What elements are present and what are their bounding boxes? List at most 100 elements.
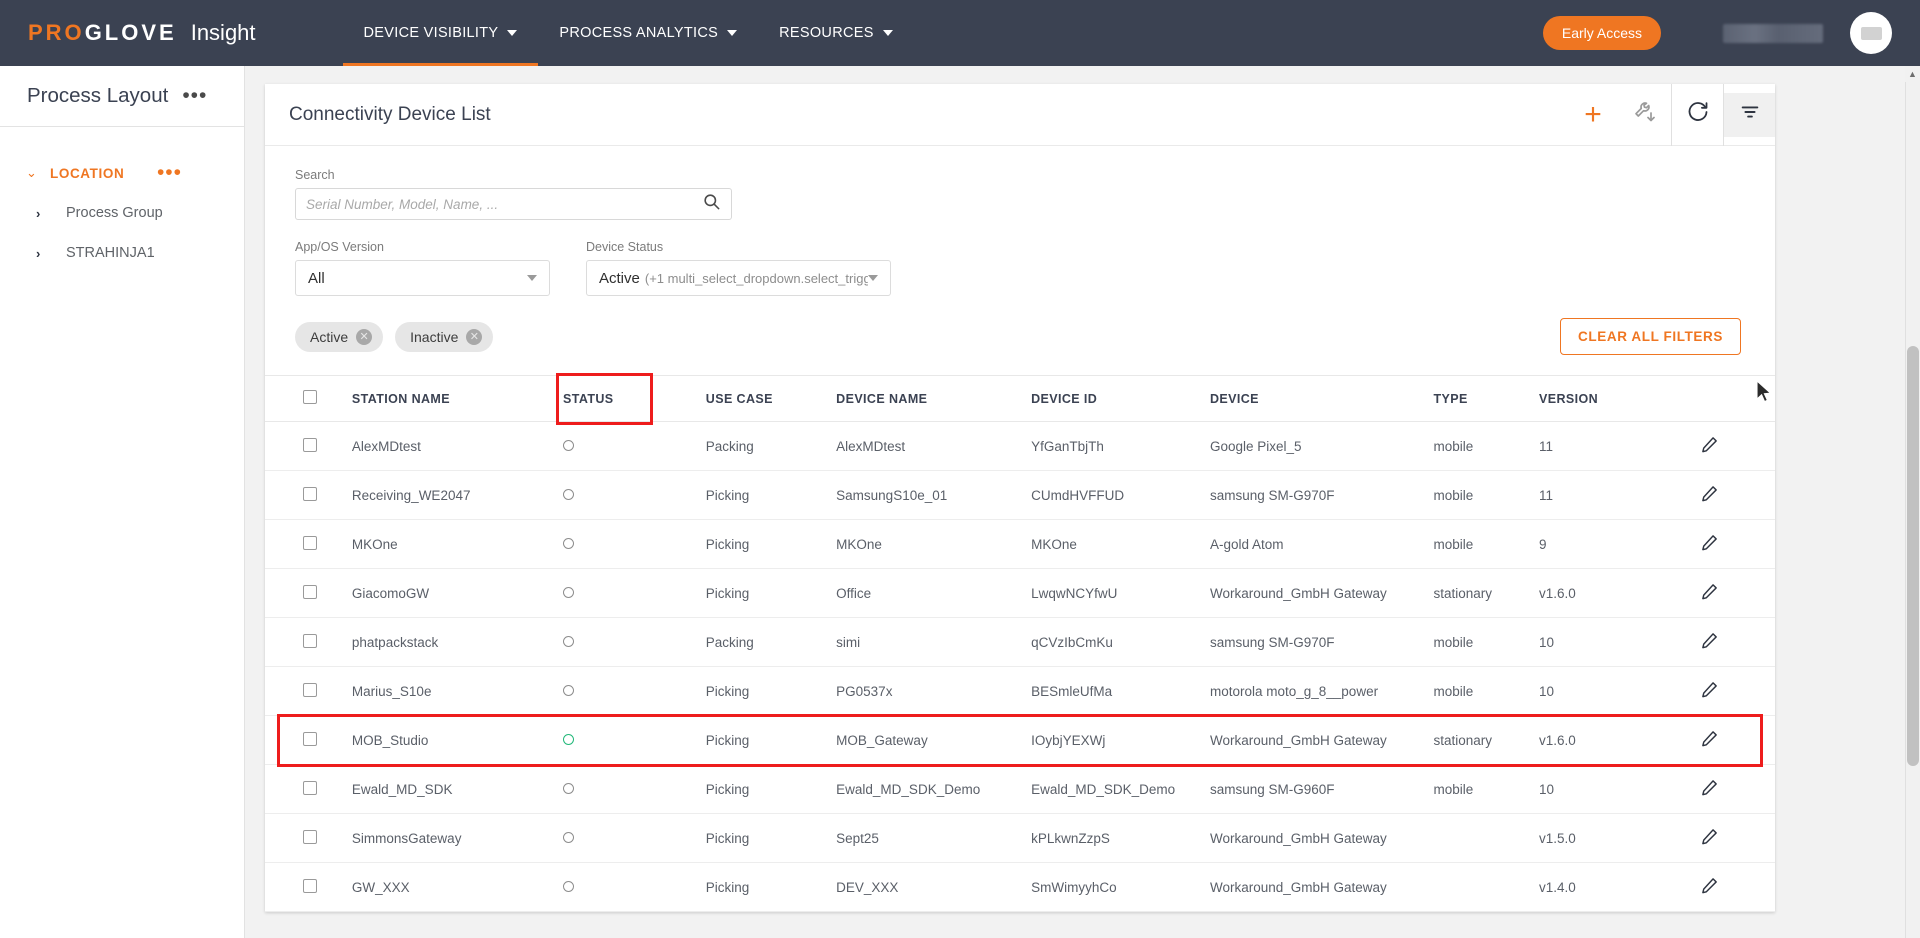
cell-device: motorola moto_g_8__power (1209, 666, 1434, 716)
table-row[interactable]: Ewald_MD_SDK Picking Ewald_MD_SDK_Demo Ewal… (265, 764, 1775, 814)
search-box[interactable] (295, 188, 732, 220)
cell-type: mobile (1433, 421, 1539, 471)
row-checkbox[interactable] (303, 584, 317, 599)
cell-device-name: simi (836, 617, 1032, 667)
row-checkbox[interactable] (303, 829, 317, 844)
column-header-device-name[interactable]: DEVICE NAME (836, 375, 1032, 422)
cell-station-name: MKOne (351, 519, 563, 569)
table-row[interactable]: GiacomoGW Picking Office LwqwNCYfwU Workarou… (265, 568, 1775, 618)
pencil-icon[interactable] (1700, 827, 1719, 849)
app-os-version-select[interactable]: All (295, 260, 550, 296)
cell-edit (1700, 813, 1775, 863)
row-checkbox[interactable] (303, 535, 317, 550)
search-icon[interactable] (702, 192, 721, 216)
pencil-icon[interactable] (1700, 533, 1719, 555)
status-indicator-icon (562, 488, 574, 500)
column-header-use-case[interactable]: USE CASE (705, 375, 837, 422)
cell-status (562, 568, 706, 618)
cell-use-case: Picking (705, 519, 837, 569)
nav-item-process-analytics[interactable]: PROCESS ANALYTICS (538, 0, 758, 66)
row-checkbox[interactable] (303, 682, 317, 697)
pencil-icon[interactable] (1700, 778, 1719, 800)
cell-device-name: MOB_Gateway (836, 715, 1032, 765)
row-select-cell (265, 568, 352, 618)
cell-status (562, 813, 706, 863)
cell-device-name: DEV_XXX (836, 862, 1032, 912)
cell-device-id: IOybjYEXWj (1031, 715, 1210, 765)
configure-tool-button[interactable] (1619, 84, 1671, 146)
nav-item-device-visibility[interactable]: DEVICE VISIBILITY (342, 0, 539, 66)
sidebar-section-location[interactable]: ⌄ LOCATION ••• (0, 153, 244, 193)
nav-item-resources[interactable]: RESOURCES (758, 0, 914, 66)
refresh-button[interactable] (1671, 83, 1723, 146)
table-row[interactable]: AlexMDtest Packing AlexMDtest YfGanTbjTh Goo… (265, 421, 1775, 471)
chevron-right-icon: › (36, 245, 41, 261)
logo-glove-text: GLOVE (84, 20, 177, 45)
connectivity-device-list-card: Connectivity Device List + Search Serial… (265, 83, 1775, 912)
table-row[interactable]: Marius_S10e Picking PG0537x BESmleUfMa motor… (265, 666, 1775, 716)
row-checkbox[interactable] (303, 486, 317, 501)
row-checkbox[interactable] (303, 731, 317, 746)
cell-edit (1700, 470, 1775, 520)
cell-station-name: Marius_S10e (351, 666, 563, 716)
select-all-checkbox[interactable] (303, 390, 317, 404)
remove-chip-icon[interactable]: ✕ (466, 328, 483, 345)
table-row[interactable]: MKOne Picking MKOne MKOne A-gold Atom mobile 9 (265, 519, 1775, 569)
device-status-select[interactable]: Active (+1 multi_select_dropdown.select_… (586, 260, 891, 296)
table-row[interactable]: Receiving_WE2047 Picking SamsungS10e_01 CUm… (265, 470, 1775, 520)
pencil-icon[interactable] (1700, 484, 1719, 506)
column-header-device[interactable]: DEVICE (1209, 375, 1434, 422)
sidebar-section-menu-icon[interactable]: ••• (157, 162, 182, 183)
cell-device: A-gold Atom (1209, 519, 1434, 569)
early-access-button[interactable]: Early Access (1542, 16, 1661, 50)
sidebar-item-process-group[interactable]: › Process Group (0, 193, 244, 233)
page-scrollbar[interactable]: ▲ (1905, 66, 1920, 938)
filter-chip-inactive[interactable]: Inactive ✕ (395, 321, 494, 352)
row-checkbox[interactable] (303, 437, 317, 452)
column-header-type[interactable]: TYPE (1433, 375, 1539, 422)
pencil-icon[interactable] (1700, 631, 1719, 653)
filter-chip-active[interactable]: Active ✕ (295, 321, 384, 352)
cell-type (1433, 862, 1539, 912)
table-row[interactable]: phatpackstack Packing simi qCVzIbCmKu samsun… (265, 617, 1775, 667)
row-checkbox[interactable] (303, 633, 317, 648)
table-row[interactable]: MOB_Studio Picking MOB_Gateway IOybjYEXWj Wo… (265, 715, 1775, 765)
column-header-station-name[interactable]: STATION NAME (351, 375, 563, 422)
cell-status (562, 666, 706, 716)
refresh-icon (1686, 100, 1710, 129)
column-header-device-id[interactable]: DEVICE ID (1031, 375, 1210, 422)
sidebar-item-strahinja1[interactable]: › STRAHINJA1 (0, 233, 244, 273)
avatar[interactable] (1850, 12, 1892, 54)
row-select-cell (265, 519, 352, 569)
cell-status (562, 715, 706, 765)
pencil-icon[interactable] (1700, 876, 1719, 898)
cell-version: 10 (1539, 617, 1701, 667)
clear-all-filters-button[interactable]: CLEAR ALL FILTERS (1560, 318, 1741, 355)
proglove-insight-logo[interactable]: PRO GLOVE Insight (28, 20, 256, 46)
column-header-status[interactable]: STATUS (562, 375, 706, 422)
sidebar-title-menu-icon[interactable]: ••• (182, 85, 207, 106)
cell-use-case: Picking (705, 862, 837, 912)
nav-device-visibility-label: DEVICE VISIBILITY (363, 25, 499, 41)
pencil-icon[interactable] (1700, 729, 1719, 751)
row-checkbox[interactable] (303, 878, 317, 893)
pencil-icon[interactable] (1700, 582, 1719, 604)
scroll-up-arrow-icon[interactable]: ▲ (1905, 66, 1920, 82)
remove-chip-icon[interactable]: ✕ (356, 328, 373, 345)
cell-device-id: Ewald_MD_SDK_Demo (1031, 764, 1210, 814)
add-device-button[interactable]: + (1567, 84, 1619, 146)
pencil-icon[interactable] (1700, 435, 1719, 457)
cell-station-name: Ewald_MD_SDK (351, 764, 563, 814)
column-header-version[interactable]: VERSION (1539, 375, 1701, 422)
row-select-cell (265, 764, 352, 814)
search-input[interactable] (306, 196, 702, 212)
row-checkbox[interactable] (303, 780, 317, 795)
table-row[interactable]: SimmonsGateway Picking Sept25 kPLkwnZzpS Wor… (265, 813, 1775, 863)
table-row[interactable]: GW_XXX Picking DEV_XXX SmWimyyhCo Workaround… (265, 862, 1775, 912)
pencil-icon[interactable] (1700, 680, 1719, 702)
cell-device: Workaround_GmbH Gateway (1209, 813, 1434, 863)
sidebar-item-label: STRAHINJA1 (66, 245, 155, 261)
scrollbar-thumb[interactable] (1907, 346, 1919, 766)
filter-button[interactable] (1723, 83, 1775, 146)
username-redacted (1723, 23, 1823, 43)
